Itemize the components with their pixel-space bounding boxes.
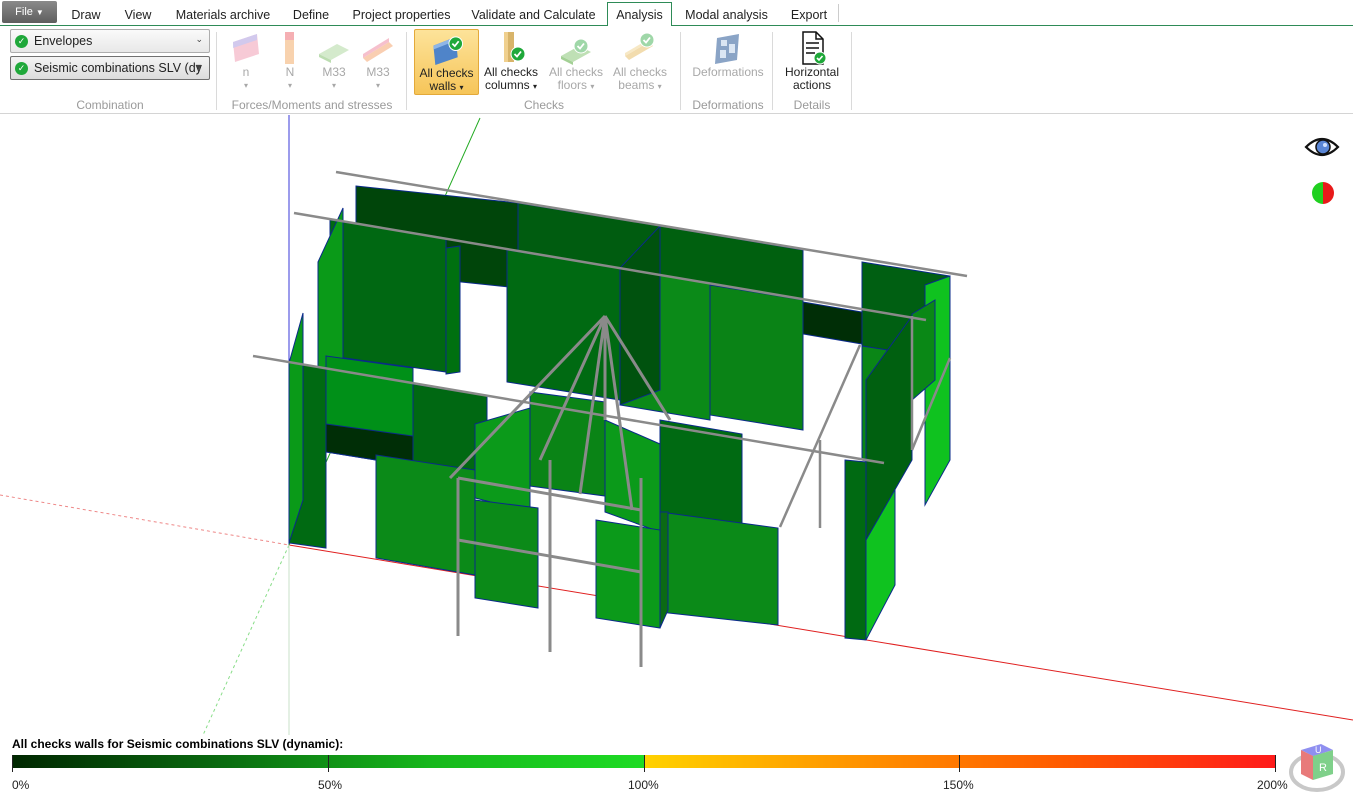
group-label-forces: Forces/Moments and stresses bbox=[231, 98, 393, 112]
tab-modal-analysis[interactable]: Modal analysis bbox=[678, 4, 775, 26]
legend-tick-label: 200% bbox=[1257, 778, 1288, 792]
check-circle-icon: ✓ bbox=[15, 61, 28, 75]
combination-select[interactable]: ✓ Seismic combinations SLV (dy ▼ bbox=[10, 56, 210, 80]
envelope-select-value: Envelopes bbox=[34, 34, 93, 48]
all-checks-beams-line2: beams ▾ bbox=[618, 78, 662, 92]
tab-materials-archive[interactable]: Materials archive bbox=[168, 4, 278, 26]
all-checks-floors-line2: floors ▾ bbox=[557, 78, 595, 92]
view-cube-face-up: U bbox=[1315, 745, 1322, 755]
legend-tick-label: 0% bbox=[12, 778, 30, 792]
group-divider bbox=[216, 32, 217, 110]
chevron-down-icon: ▼ bbox=[35, 7, 44, 17]
combination-select-value: Seismic combinations SLV (dy bbox=[34, 61, 202, 75]
group-divider bbox=[406, 32, 407, 110]
eye-icon[interactable] bbox=[1304, 133, 1340, 161]
tab-export[interactable]: Export bbox=[780, 4, 838, 26]
tab-analysis[interactable]: Analysis bbox=[607, 2, 672, 27]
group-label-combination: Combination bbox=[76, 98, 144, 112]
document-check-icon bbox=[802, 31, 827, 65]
force-N-button[interactable]: N ▾ bbox=[273, 28, 307, 96]
check-circle-icon: ✓ bbox=[15, 34, 28, 48]
legend-tick-label: 100% bbox=[628, 778, 659, 792]
group-label-details: Details bbox=[793, 98, 831, 112]
all-checks-beams-button[interactable]: All checks beams ▾ bbox=[611, 28, 669, 96]
moment-m33-beam-label: M33 bbox=[366, 65, 390, 79]
force-n-label: n bbox=[242, 65, 250, 79]
legend-scale-exceeded bbox=[644, 755, 1276, 768]
group-divider bbox=[680, 32, 681, 110]
legend-tick bbox=[959, 755, 960, 772]
beam-check-icon bbox=[625, 32, 655, 60]
column-check-icon bbox=[504, 32, 526, 62]
caret-down-icon: ▾ bbox=[331, 81, 336, 90]
caret-down-icon: ▾ bbox=[375, 81, 380, 90]
legend-tick-label: 50% bbox=[318, 778, 343, 792]
tab-validate-and-calculate[interactable]: Validate and Calculate bbox=[465, 4, 602, 26]
all-checks-walls-button[interactable]: All checks walls ▾ bbox=[414, 29, 479, 95]
ribbon-panel: ✓ Envelopes ⌄ ✓ Seismic combinations SLV… bbox=[0, 26, 1353, 114]
group-divider bbox=[772, 32, 773, 110]
group-label-checks: Checks bbox=[523, 98, 564, 112]
all-checks-columns-button[interactable]: All checks columns ▾ bbox=[482, 28, 540, 96]
tab-view[interactable]: View bbox=[114, 4, 162, 26]
legend-tick bbox=[1275, 755, 1276, 772]
view-cube-face-right: R bbox=[1319, 762, 1327, 774]
tab-divider bbox=[838, 4, 839, 22]
floor-moment-icon bbox=[319, 44, 349, 63]
legend-tick bbox=[12, 755, 13, 772]
tab-draw[interactable]: Draw bbox=[62, 4, 110, 26]
force-N-label: N bbox=[285, 65, 295, 79]
file-menu-label: File bbox=[15, 6, 33, 18]
all-checks-floors-button[interactable]: All checks floors ▾ bbox=[547, 28, 605, 96]
ribbon-tab-bar: File ▼ Draw View Materials archive Defin… bbox=[0, 0, 1353, 27]
moment-m33-floor-button[interactable]: M33 ▾ bbox=[316, 28, 352, 96]
column-force-icon bbox=[285, 32, 294, 64]
deformations-label: Deformations bbox=[692, 65, 764, 79]
caret-down-icon: ▼ bbox=[194, 62, 203, 72]
legend-tick bbox=[328, 755, 329, 772]
file-menu-button[interactable]: File ▼ bbox=[2, 1, 57, 23]
member-force-icon bbox=[233, 34, 259, 62]
horizontal-actions-button[interactable]: Horizontal actions bbox=[780, 28, 844, 96]
group-divider bbox=[851, 32, 852, 110]
tab-define[interactable]: Define bbox=[284, 4, 338, 26]
wall-check-icon bbox=[432, 36, 463, 66]
legend-tick bbox=[644, 755, 645, 772]
deformations-button[interactable]: Deformations bbox=[690, 28, 766, 96]
legend-title: All checks walls for Seismic combination… bbox=[12, 737, 344, 751]
horizontal-actions-line2: actions bbox=[792, 78, 832, 92]
model-3d-viewport[interactable] bbox=[0, 115, 1353, 735]
caret-down-icon: ▾ bbox=[243, 81, 248, 90]
all-checks-walls-line2: walls ▾ bbox=[429, 79, 464, 93]
all-checks-columns-line2: columns ▾ bbox=[484, 78, 538, 92]
legend-toggle-icon[interactable] bbox=[1311, 181, 1335, 205]
floor-check-icon bbox=[561, 38, 591, 65]
deformed-frame-icon bbox=[715, 34, 739, 64]
legend-tick-label: 150% bbox=[943, 778, 974, 792]
moment-m33-floor-label: M33 bbox=[322, 65, 346, 79]
group-label-deformations: Deformations bbox=[692, 98, 764, 112]
envelope-select[interactable]: ✓ Envelopes ⌄ bbox=[10, 29, 210, 53]
moment-m33-beam-button[interactable]: M33 ▾ bbox=[360, 28, 396, 96]
caret-down-icon: ▾ bbox=[287, 81, 292, 90]
view-cube-icon[interactable]: U R bbox=[1287, 738, 1347, 796]
chevron-down-icon: ⌄ bbox=[195, 34, 203, 44]
force-n-button[interactable]: n ▾ bbox=[228, 28, 264, 96]
beam-moment-icon bbox=[363, 38, 393, 62]
tab-project-properties[interactable]: Project properties bbox=[343, 4, 460, 26]
